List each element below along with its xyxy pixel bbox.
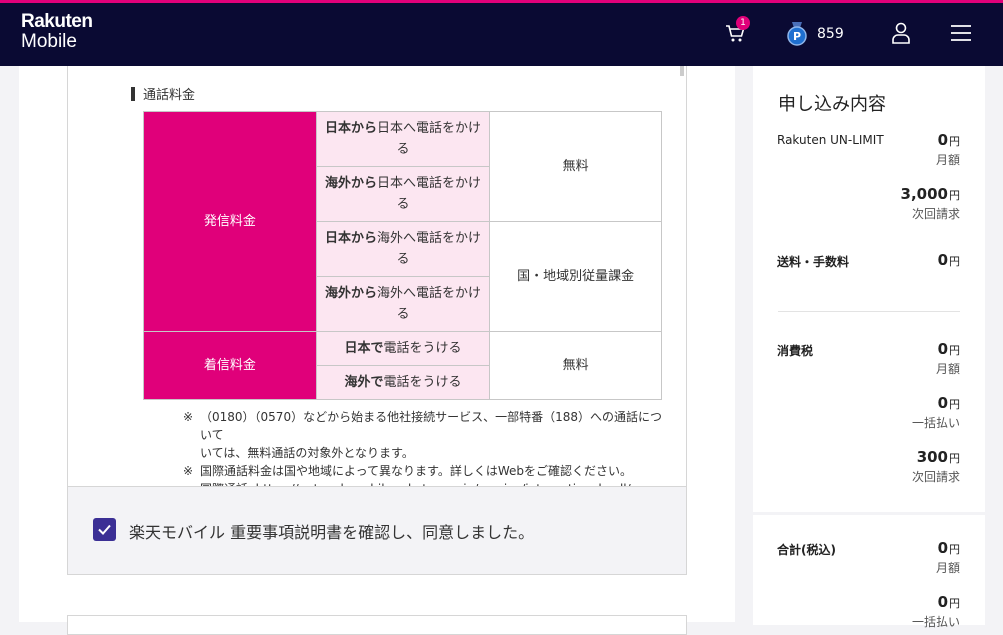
plan-monthly-label: 月額 — [935, 153, 960, 167]
tax-monthly-label: 月額 — [935, 362, 960, 376]
check-icon — [98, 524, 111, 535]
agreement-label[interactable]: 楽天モバイル 重要事項説明書を確認し、同意しました。 — [129, 519, 534, 543]
note-1-text: （0180）（0570）などから始まる他社接続サービス、一部特番（188）への通… — [200, 410, 662, 442]
points-value: 859 — [817, 26, 844, 42]
points-display[interactable]: P 859 — [786, 20, 844, 48]
from-jp-2: 日本から — [324, 231, 377, 246]
yen-unit: 円 — [949, 398, 960, 411]
user-icon[interactable] — [891, 22, 911, 44]
tax-monthly-amount: 0円 — [938, 340, 960, 358]
plan-next-amount: 3,000円 — [901, 185, 960, 203]
tax-next-amount: 300円 — [917, 448, 960, 466]
svg-text:P: P — [793, 30, 801, 43]
yen-unit: 円 — [949, 597, 960, 610]
tax-monthly-value: 0 — [937, 340, 948, 358]
logo-line2: Mobile — [21, 31, 77, 52]
card-scrollbar[interactable] — [680, 66, 684, 76]
in-jp: 日本で — [344, 341, 384, 356]
cart-icon[interactable]: 1 — [724, 16, 750, 44]
total-once-value: 0 — [937, 593, 948, 611]
tax-next-label: 次回請求 — [911, 470, 960, 484]
in-abroad: 海外で — [344, 375, 384, 390]
total-monthly-value: 0 — [937, 539, 948, 557]
call-fee-notes: ※ （0180）（0570）などから始まる他社接続サービス、一部特番（188）への… — [183, 408, 663, 498]
row-jp-to-jp: 日本から日本へ電話をかける — [315, 111, 491, 167]
call-fee-section-title: 通話料金 — [131, 84, 195, 103]
to-abroad-call: 海外へ電話をかける — [376, 231, 481, 267]
tax-label: 消費税 — [777, 344, 814, 358]
tax-once-label: 一括払い — [911, 416, 960, 430]
free-outgoing-domestic: 無料 — [489, 111, 662, 222]
section-marker — [131, 86, 135, 101]
call-fee-table: 発信料金 日本から日本へ電話をかける 無料 海外から日本へ電話をかける 日本から… — [143, 111, 662, 400]
plan-next-value: 3,000 — [900, 185, 948, 203]
fee-value: 0 — [937, 251, 948, 269]
tax-once-amount: 0円 — [938, 394, 960, 412]
yen-unit: 円 — [949, 255, 960, 268]
cart-count-badge: 1 — [736, 16, 750, 30]
total-monthly-label: 月額 — [935, 561, 960, 575]
agreement-checkbox[interactable] — [93, 518, 116, 541]
total-once-amount: 0円 — [938, 593, 960, 611]
summary-title: 申し込み内容 — [778, 94, 886, 115]
yen-unit: 円 — [949, 344, 960, 357]
note-2-text: 国際通話料金は国や地域によって異なります。詳しくはWebをご確認ください。 — [200, 464, 633, 478]
yen-unit: 円 — [949, 135, 960, 148]
note-1-cont: いては、無料通話の対象外となります。 — [200, 446, 414, 460]
from-jp: 日本から — [324, 121, 377, 136]
from-abroad-2: 海外から — [324, 286, 377, 301]
note-mark-2: ※ — [183, 464, 194, 478]
total-monthly-amount: 0円 — [938, 539, 960, 557]
row-receive-jp: 日本で電話をうける — [315, 331, 491, 366]
row-abroad-to-abroad: 海外から海外へ電話をかける — [315, 276, 491, 332]
free-incoming: 無料 — [489, 331, 662, 400]
tax-next-value: 300 — [916, 448, 948, 466]
row-abroad-to-jp: 海外から日本へ電話をかける — [315, 166, 491, 222]
plan-monthly-amount: 0円 — [938, 131, 960, 149]
from-abroad: 海外から — [324, 176, 377, 191]
points-icon: P — [786, 22, 808, 46]
note-mark: ※ — [183, 410, 194, 424]
intl-metered-charge: 国・地域別従量課金 — [489, 221, 662, 332]
total-label: 合計(税込) — [777, 543, 836, 557]
receive-call-2: 電話をうける — [383, 375, 462, 390]
to-abroad-call-2: 海外へ電話をかける — [376, 286, 481, 322]
to-jp-call-2: 日本へ電話をかける — [376, 176, 481, 212]
incoming-fee-label: 着信料金 — [143, 331, 317, 400]
rakuten-mobile-logo[interactable]: Rakuten Mobile — [21, 11, 93, 52]
row-jp-to-abroad: 日本から海外へ電話をかける — [315, 221, 491, 277]
note-1: ※ （0180）（0570）などから始まる他社接続サービス、一部特番（188）への… — [183, 408, 663, 444]
fee-amount: 0円 — [938, 251, 960, 269]
yen-unit: 円 — [949, 452, 960, 465]
plan-label: Rakuten UN-LIMIT — [777, 133, 884, 147]
note-2: ※ 国際通話料金は国や地域によって異なります。詳しくはWebをご確認ください。 — [183, 462, 663, 480]
to-jp-call: 日本へ電話をかける — [376, 121, 481, 157]
yen-unit: 円 — [949, 543, 960, 556]
outgoing-fee-label: 発信料金 — [143, 111, 317, 332]
row-receive-abroad: 海外で電話をうける — [315, 365, 491, 400]
yen-unit: 円 — [949, 189, 960, 202]
next-card — [67, 615, 687, 635]
fee-label: 送料・手数料 — [777, 255, 850, 269]
tax-once-value: 0 — [937, 394, 948, 412]
logo-line1: Rakuten — [21, 11, 93, 32]
hamburger-menu-icon[interactable] — [950, 24, 972, 42]
plan-monthly-value: 0 — [937, 131, 948, 149]
summary-divider — [778, 311, 960, 312]
call-fee-title-text: 通話料金 — [143, 88, 196, 103]
site-header: Rakuten Mobile — [0, 3, 1003, 66]
plan-next-label: 次回請求 — [911, 207, 960, 221]
receive-call: 電話をうける — [383, 341, 462, 356]
